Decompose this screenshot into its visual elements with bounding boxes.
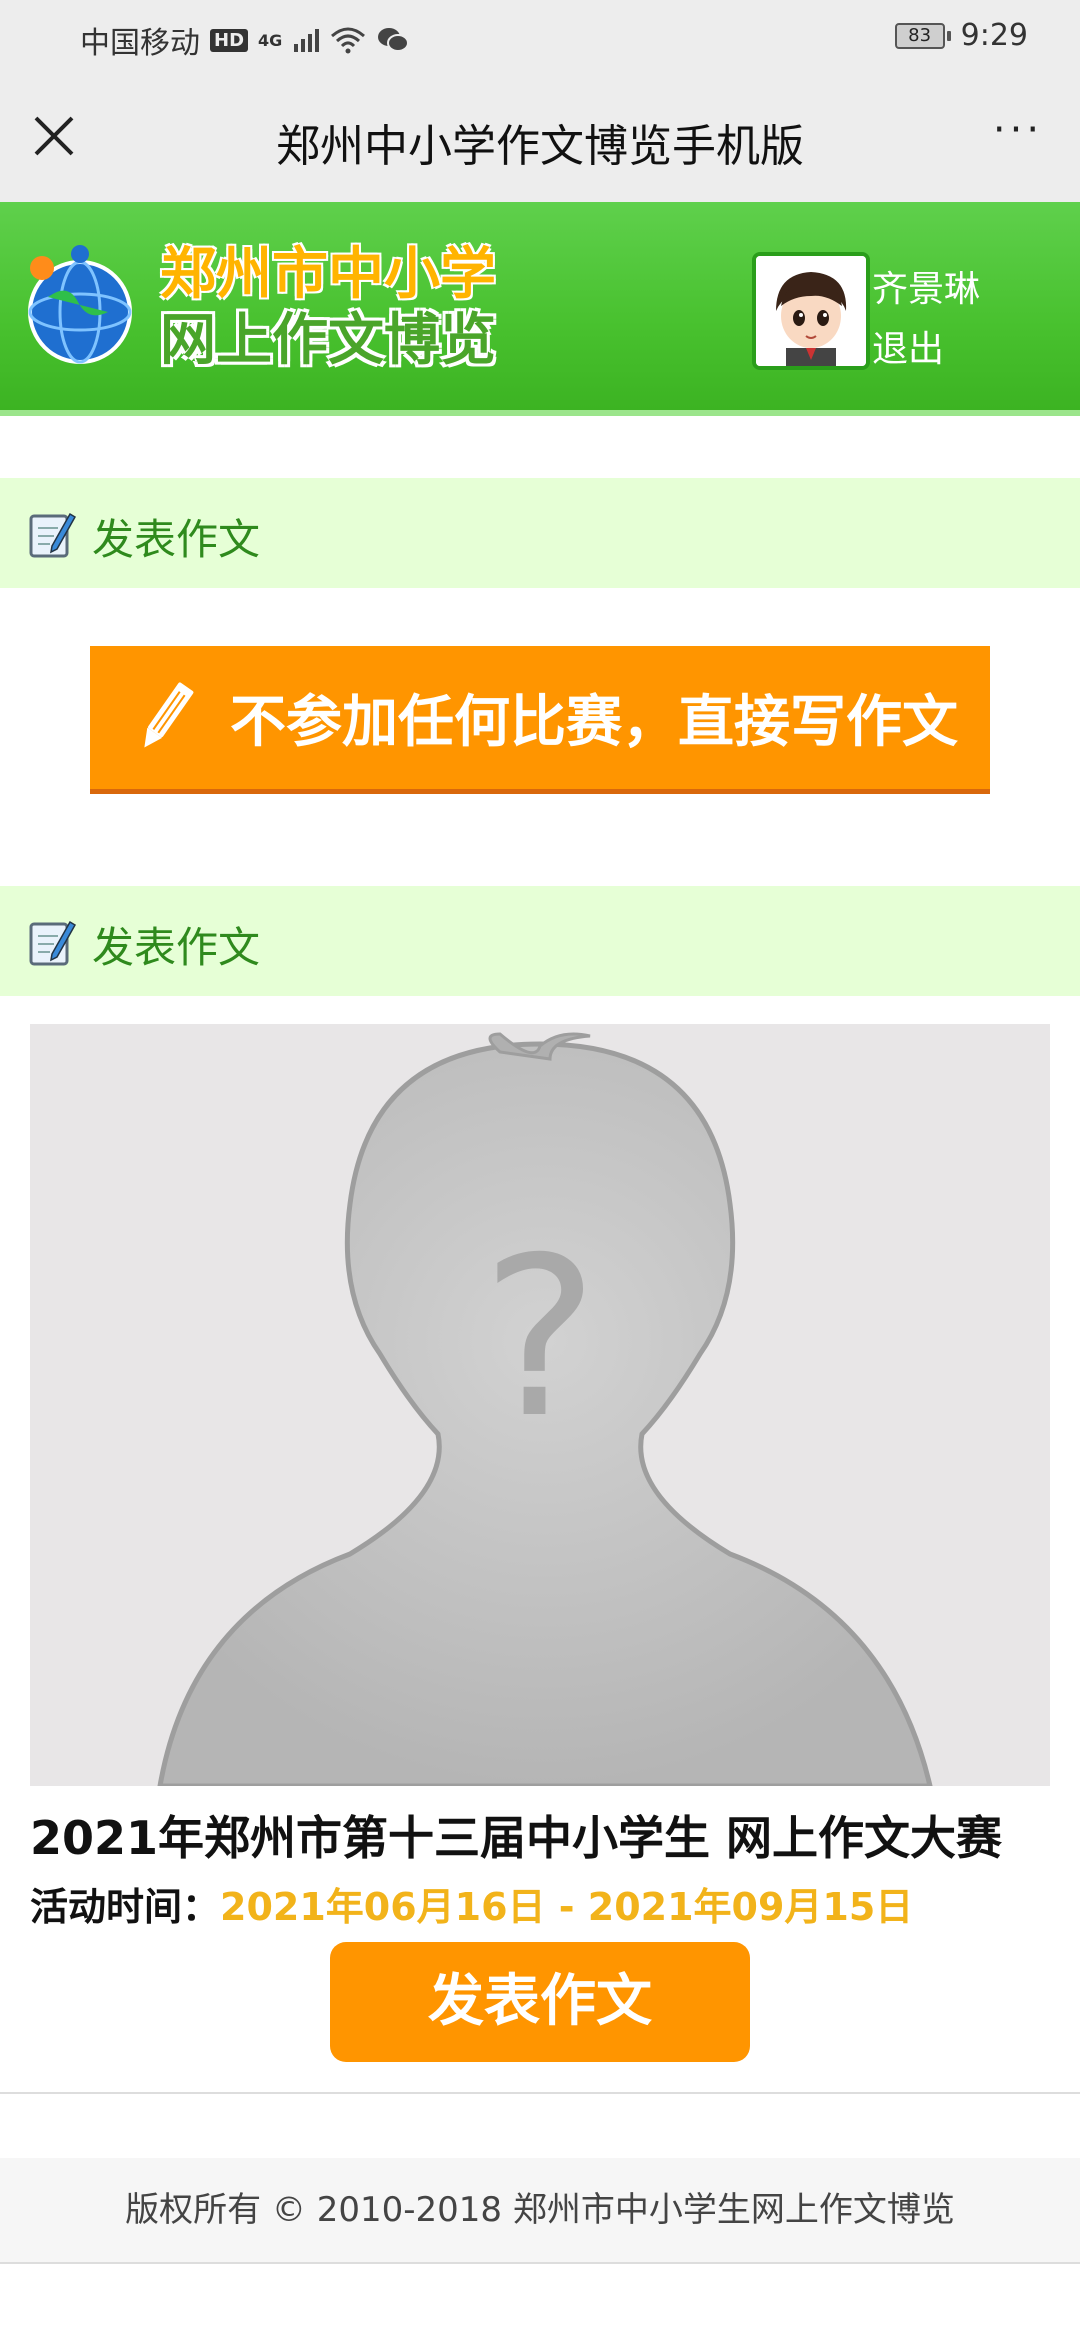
- avatar[interactable]: [752, 252, 870, 370]
- page-title: 郑州中小学作文博览手机版: [276, 121, 804, 172]
- battery-level: 83: [894, 22, 945, 49]
- wechat-icon: [378, 28, 410, 52]
- carrier-label: 中国移动: [80, 26, 200, 61]
- edit-note-icon: [29, 920, 76, 966]
- title-bar: 郑州中小学作文博览手机版 ···: [0, 72, 1080, 202]
- divider: [0, 2092, 1080, 2094]
- direct-write-label: 不参加任何比赛，直接写作文: [230, 690, 958, 755]
- contest-title[interactable]: 2021年郑州市第十三届中小学生 网上作文大赛: [30, 1802, 1060, 1868]
- divider: [0, 2262, 1080, 2264]
- publish-essay-button[interactable]: 发表作文: [330, 1942, 750, 2062]
- signal-icon: [294, 29, 320, 52]
- network-label: 4G: [258, 30, 283, 50]
- activity-time: 活动时间：2021年06月16日 - 2021年09月15日: [30, 1876, 913, 1931]
- footer-copyright: 版权所有 © 2010-2018 郑州市中小学生网上作文博览: [0, 2158, 1080, 2262]
- logout-link[interactable]: 退出: [872, 320, 944, 372]
- section-header-contest: 发表作文: [0, 886, 1080, 996]
- user-name[interactable]: 齐景琳: [872, 260, 980, 312]
- section-label: 发表作文: [92, 515, 261, 564]
- clock: 9:29: [960, 18, 1028, 53]
- logo-line-2: 网上作文博览: [160, 308, 496, 373]
- section-label: 发表作文: [92, 923, 261, 972]
- svg-text:?: ?: [482, 1210, 599, 1466]
- section-header-publish: 发表作文: [0, 478, 1080, 588]
- more-icon[interactable]: ···: [986, 108, 1050, 164]
- activity-time-value: 2021年06月16日 - 2021年09月15日: [220, 1885, 914, 1929]
- site-banner: 郑州市中小学 网上作文博览 齐景琳 退出: [0, 202, 1080, 416]
- status-right: 83 9:29: [894, 18, 1028, 53]
- status-bar: 中国移动 HD 4G 83 9:29: [0, 0, 1080, 72]
- pencil-icon: [144, 681, 194, 747]
- battery-icon: 83: [894, 22, 951, 49]
- edit-note-icon: [29, 512, 76, 558]
- contest-image[interactable]: ?: [30, 1024, 1050, 1786]
- globe-logo-icon: [28, 245, 132, 364]
- status-left: 中国移动 HD 4G: [80, 18, 410, 62]
- hd-badge: HD: [210, 28, 249, 52]
- user-avatar-icon: [756, 256, 866, 366]
- logo-line-1: 郑州市中小学: [160, 242, 496, 307]
- wifi-icon: [331, 27, 366, 54]
- direct-write-button[interactable]: 不参加任何比赛，直接写作文: [90, 646, 990, 794]
- unknown-person-icon: ?: [30, 1024, 1050, 1786]
- activity-time-label: 活动时间：: [30, 1885, 221, 1929]
- site-logo-text: 郑州市中小学 网上作文博览: [160, 242, 496, 374]
